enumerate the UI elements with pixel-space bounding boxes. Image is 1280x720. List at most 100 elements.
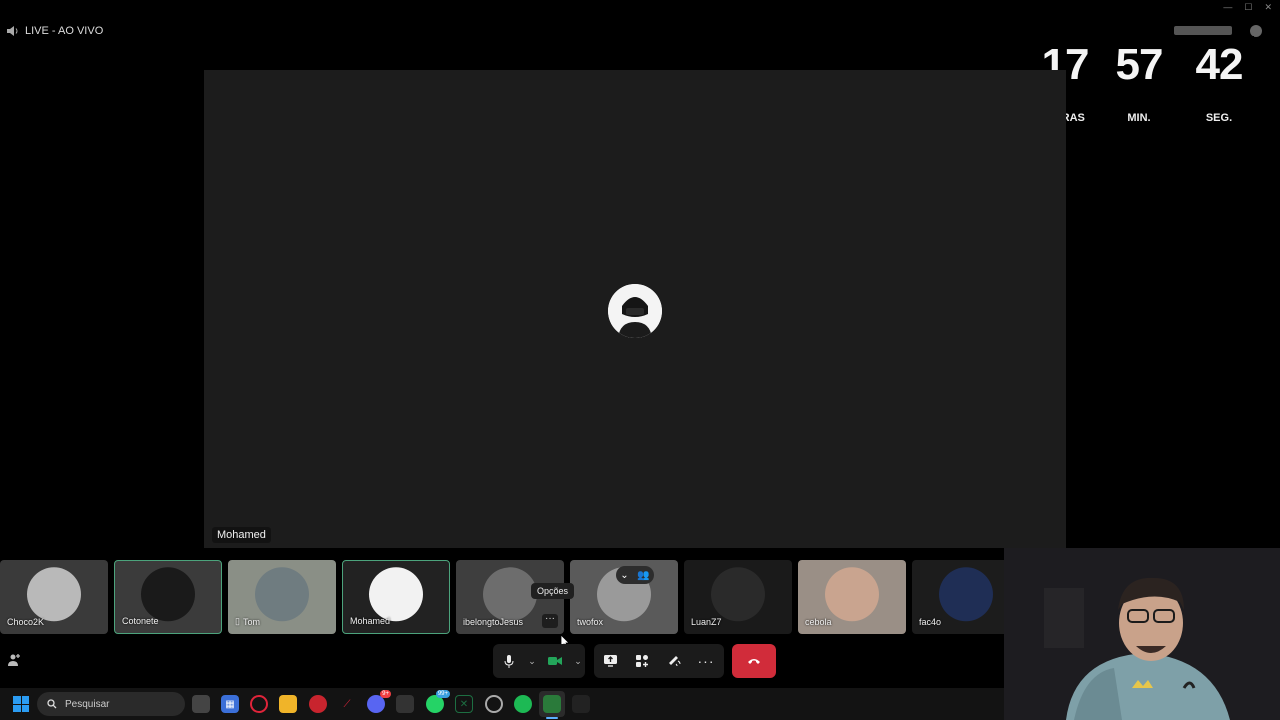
close-icon[interactable]: ✕ (1264, 2, 1272, 13)
participant-name: fac4o (919, 617, 941, 627)
participant-avatar (483, 567, 537, 622)
participant-avatar (711, 567, 765, 622)
participant-name: ibelongtoJesus (463, 617, 523, 627)
active-app-indicator (546, 717, 558, 719)
opera-icon[interactable] (250, 695, 268, 713)
windows-start-icon[interactable] (13, 696, 29, 712)
participant-name-text: Cotonete (122, 616, 159, 626)
disconnect-button[interactable] (732, 644, 776, 678)
participant-tile[interactable]: LuanZ7 (684, 560, 792, 634)
participant-name-text: Choco2K (7, 617, 45, 627)
maximize-icon[interactable]: ☐ (1244, 2, 1252, 13)
participant-name: twofox (577, 617, 603, 627)
activities-icon (636, 655, 648, 667)
seconds-box: 42 (1184, 36, 1254, 102)
excel-icon[interactable]: ✕ (455, 695, 473, 713)
windows-taskbar: Pesquisar ▦ ⟋ 9+ 99+ ✕ (0, 688, 1004, 720)
discord-badge: 9+ (380, 690, 391, 698)
streamer-webcam (1004, 548, 1280, 720)
minutes-label: MIN. (1127, 112, 1151, 124)
search-placeholder: Pesquisar (65, 698, 110, 710)
soundboard-button[interactable] (658, 647, 690, 675)
participant-tile[interactable]: Choco2K (0, 560, 108, 634)
participant-name: Choco2K (7, 617, 44, 627)
task-view-icon[interactable] (192, 695, 210, 713)
participant-name-text: LuanZ7 (691, 617, 722, 627)
participant-tile[interactable]: cebola (798, 560, 906, 634)
participant-name: Mohamed (350, 616, 390, 626)
app-circle-icon[interactable] (485, 695, 503, 713)
spotify-icon[interactable] (514, 695, 532, 713)
participant-avatar (141, 567, 195, 622)
camera-icon (548, 657, 562, 665)
app-dark-icon[interactable] (396, 695, 414, 713)
participant-name-text: Tom (242, 616, 260, 627)
microphone-options-chevron-icon[interactable]: ⌄ (525, 647, 539, 675)
minutes-box: 57 (1104, 36, 1174, 102)
discord-icon[interactable]: 9+ (367, 690, 391, 713)
screen-share-icon (603, 655, 617, 667)
activities-button[interactable] (626, 647, 658, 675)
countdown-clock: 17 HORAS 57 MIN. 42 SEG. (1030, 36, 1280, 136)
participant-tile[interactable]: twofox ⌄ 👥 (570, 560, 678, 634)
whatsapp-badge: 99+ (435, 690, 450, 698)
search-icon (47, 699, 57, 709)
tile-options-button[interactable]: ··· (542, 614, 558, 628)
participant-name-text: Mohamed (350, 616, 391, 626)
more-dots-icon: ··· (697, 653, 715, 669)
window-controls: — ☐ ✕ (1223, 2, 1272, 13)
camera-options-chevron-icon[interactable]: ⌄ (571, 647, 585, 675)
more-options-button[interactable]: ··· (690, 647, 722, 675)
main-stage[interactable]: Mohamed (204, 70, 1066, 548)
soundboard-icon (668, 656, 680, 667)
chevron-down-icon[interactable]: ⌄ (620, 570, 628, 581)
live-indicator: LIVE - AO VIVO (6, 25, 103, 37)
participant-tile[interactable]: ▯ Tom (228, 560, 336, 634)
live-label: LIVE - AO VIVO (25, 25, 104, 37)
microphone-button[interactable] (493, 647, 525, 675)
hang-up-icon (748, 659, 760, 664)
app-red-icon[interactable] (309, 695, 327, 713)
minimize-icon[interactable]: — (1223, 2, 1232, 13)
add-participant-icon[interactable] (7, 653, 21, 667)
group-icon[interactable]: 👥 (637, 570, 649, 581)
tile-popout-controls[interactable]: ⌄ 👥 (616, 566, 654, 584)
participant-name-text: fac4o (919, 617, 942, 627)
app-feather-icon[interactable]: ⟋ (338, 695, 356, 713)
participant-name-text: ibelongtoJesus (463, 617, 524, 627)
speaker-name-label: Mohamed (212, 527, 271, 543)
actions-toolbar: ··· (594, 644, 724, 678)
participant-name: Cotonete (122, 616, 159, 626)
options-tooltip: Opções (531, 583, 575, 599)
seconds-value: 42 (1195, 40, 1244, 89)
participant-name-text: twofox (577, 617, 604, 627)
participant-avatar (255, 567, 309, 622)
participant-tile[interactable]: Mohamed (342, 560, 450, 634)
sheets-icon[interactable] (543, 695, 561, 713)
media-toolbar: ⌄ ⌄ (493, 644, 585, 678)
participant-name: cebola (805, 617, 832, 627)
minutes-value: 57 (1115, 40, 1164, 89)
mobile-phone-icon: ▯ (235, 616, 240, 626)
file-explorer-icon[interactable] (279, 695, 297, 713)
participant-avatar (825, 567, 879, 622)
participant-avatar (369, 567, 423, 622)
camera-button[interactable] (539, 647, 571, 675)
participant-name: LuanZ7 (691, 617, 722, 627)
speaker-avatar (608, 284, 662, 338)
obs-icon[interactable] (572, 695, 590, 713)
participant-strip: Choco2K Cotonete ▯ Tom Mohamed ibelongtoJesus… (0, 560, 1020, 635)
participant-avatar (27, 567, 81, 622)
participant-tile[interactable]: Cotonete (114, 560, 222, 634)
webcam-feed (1004, 548, 1280, 720)
speaker-icon (7, 26, 18, 36)
participant-avatar (939, 567, 993, 622)
whatsapp-icon[interactable]: 99+ (426, 690, 450, 713)
microphone-icon (504, 654, 514, 668)
screen-share-button[interactable] (594, 647, 626, 675)
taskbar-search[interactable]: Pesquisar (37, 692, 185, 716)
store-icon[interactable]: ▦ (221, 695, 239, 713)
participant-name: ▯ Tom (235, 616, 260, 627)
user-status-pill[interactable] (1174, 26, 1232, 35)
seconds-label: SEG. (1205, 112, 1233, 124)
